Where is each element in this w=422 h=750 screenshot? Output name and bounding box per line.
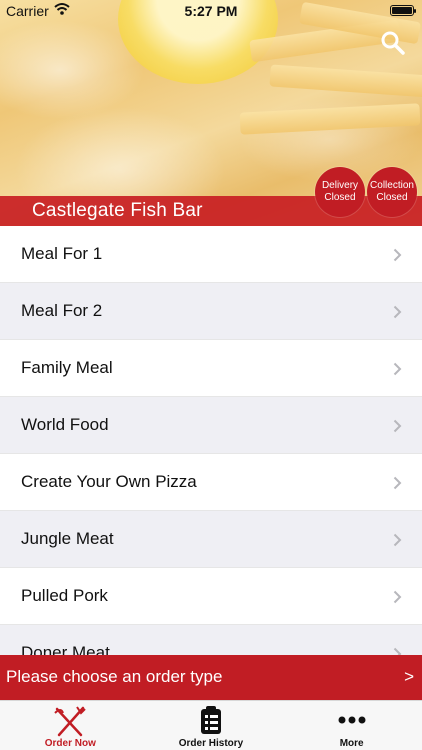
chevron-right-icon [393,476,402,490]
delivery-status-badge[interactable]: Delivery Closed [315,167,365,217]
battery-icon [390,5,416,16]
collection-badge-line1: Collection [370,180,414,191]
chevron-right-icon [393,248,402,262]
delivery-badge-line2: Closed [324,192,356,203]
delivery-badge-line1: Delivery [321,180,359,191]
chevron-right-icon [393,305,402,319]
search-icon [381,31,405,55]
chevron-right-icon [393,419,402,433]
restaurant-name: Castlegate Fish Bar [32,200,203,221]
menu-item-label: Family Meal [21,358,113,377]
menu-item-label: Create Your Own Pizza [21,472,197,491]
menu-item-label: Meal For 2 [21,301,103,320]
menu-item-label: Pulled Pork [21,586,108,605]
hero-banner: Carrier 5:27 PM Castlegate Fish Bar Deli… [0,0,422,226]
status-bar: Carrier 5:27 PM [0,0,422,22]
fork-knife-icon [53,705,87,742]
order-type-arrow: > [404,667,414,686]
collection-status-badge[interactable]: Collection Closed [367,167,417,217]
menu-item-label: World Food [21,415,109,434]
menu-item-meal-for-2[interactable]: Meal For 2 [0,283,422,340]
menu-item-meal-for-1[interactable]: Meal For 1 [0,226,422,283]
tab-order-now[interactable]: Order Now [0,701,141,750]
collection-badge-line2: Closed [376,192,408,203]
fries-image [239,103,421,135]
chevron-right-icon [393,362,402,376]
clipboard-icon [200,705,222,740]
chevron-right-icon [393,590,402,604]
order-type-prompt: Please choose an order type [6,667,223,686]
menu-item-label: Jungle Meat [21,529,114,548]
tab-label: More [339,738,364,749]
menu-item-jungle-meat[interactable]: Jungle Meat [0,511,422,568]
tab-bar: Order Now Order History More [0,700,422,750]
menu-item-pulled-pork[interactable]: Pulled Pork [0,568,422,625]
choose-order-type-bar[interactable]: Please choose an order type > [0,655,422,700]
tab-label: Order Now [44,738,96,749]
menu-item-label: Meal For 1 [21,244,103,263]
menu-item-family-meal[interactable]: Family Meal [0,340,422,397]
tab-order-history[interactable]: Order History [141,701,282,750]
menu-item-world-food[interactable]: World Food [0,397,422,454]
fries-image [269,64,422,98]
search-button[interactable] [380,30,406,56]
tab-label: Order History [178,738,244,749]
menu-category-list: Meal For 1 Meal For 2 Family Meal World … [0,226,422,682]
menu-item-create-your-own-pizza[interactable]: Create Your Own Pizza [0,454,422,511]
more-dots-icon [338,711,366,729]
tab-more[interactable]: More [281,701,422,750]
clock: 5:27 PM [184,3,238,19]
chevron-right-icon [393,533,402,547]
